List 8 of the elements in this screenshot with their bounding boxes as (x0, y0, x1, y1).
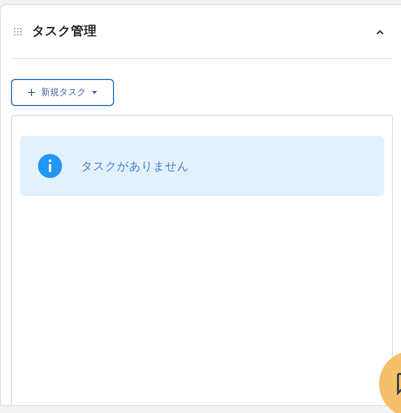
collapse-button[interactable] (376, 28, 384, 34)
drag-handle-icon[interactable] (14, 28, 22, 36)
plus-icon (28, 89, 35, 96)
alert-message: タスクがありません (81, 158, 189, 174)
info-icon (38, 154, 62, 178)
panel-title: タスク管理 (32, 23, 98, 40)
caret-icon (92, 91, 97, 94)
new-task-button[interactable]: 新規タスク (11, 79, 114, 106)
